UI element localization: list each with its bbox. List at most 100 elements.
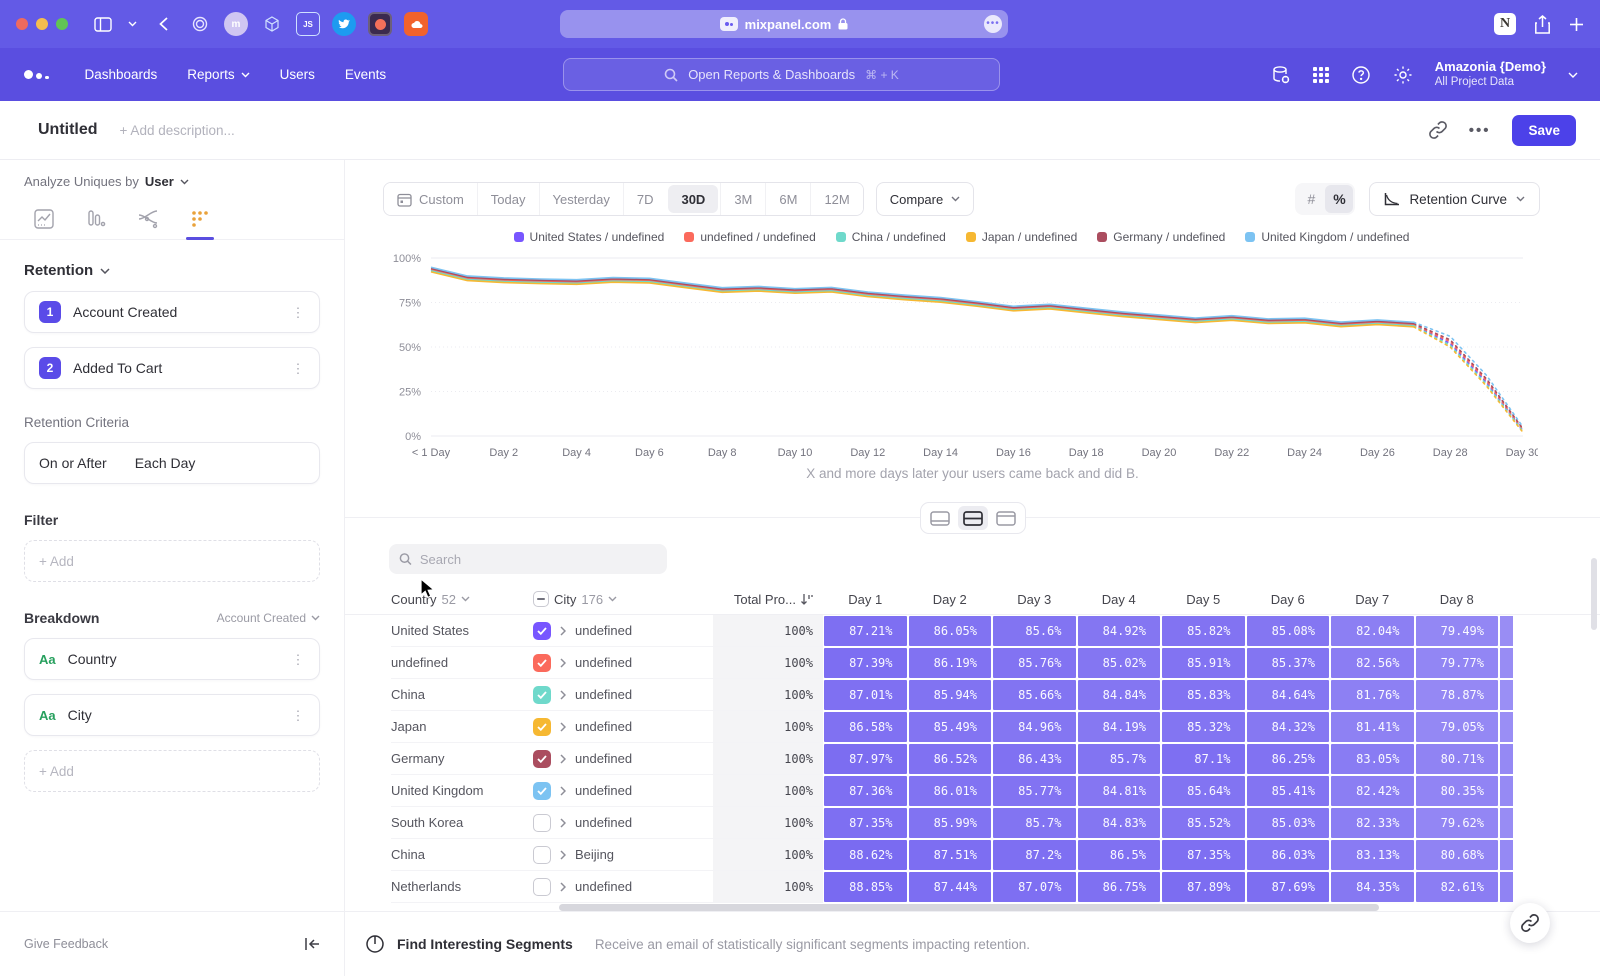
- legend-item[interactable]: United States / undefined: [514, 230, 665, 244]
- close-window-button[interactable]: [16, 18, 28, 30]
- retention-day-cell[interactable]: 87.36%: [824, 776, 907, 806]
- chevron-down-icon[interactable]: [128, 21, 137, 27]
- expand-row-icon[interactable]: [560, 722, 566, 732]
- retention-day-cell[interactable]: 87.44%: [909, 872, 992, 902]
- legend-item[interactable]: undefined / undefined: [684, 230, 815, 244]
- retention-day-cell[interactable]: 87.35%: [824, 808, 907, 838]
- traffic-lights[interactable]: [16, 18, 68, 30]
- row-checkbox[interactable]: [533, 846, 551, 864]
- retention-day-cell[interactable]: 85.7%: [1078, 744, 1161, 774]
- retention-day-cell[interactable]: 85.83%: [1162, 680, 1245, 710]
- day-column-header[interactable]: Day 4: [1077, 592, 1162, 607]
- expand-row-icon[interactable]: [560, 850, 566, 860]
- retention-day-cell[interactable]: 86.03%: [1247, 840, 1330, 870]
- analyze-value[interactable]: User: [145, 174, 174, 189]
- breakdown-city[interactable]: Aa City ⋮: [24, 694, 320, 736]
- retention-day-cell[interactable]: 84.19%: [1078, 712, 1161, 742]
- retention-day-cell[interactable]: 84.35%: [1331, 872, 1414, 902]
- legend-item[interactable]: Japan / undefined: [966, 230, 1077, 244]
- step-2-menu-icon[interactable]: ⋮: [291, 366, 305, 371]
- retention-day-cell[interactable]: 80.68%: [1416, 840, 1499, 870]
- tab-flows[interactable]: [134, 209, 162, 239]
- mixpanel-extension-icon[interactable]: [368, 12, 392, 36]
- nav-item-reports[interactable]: Reports: [187, 67, 249, 82]
- retention-day-cell[interactable]: 83.13%: [1331, 840, 1414, 870]
- new-tab-icon[interactable]: [1569, 17, 1584, 32]
- range-6m[interactable]: 6M: [765, 183, 810, 215]
- retention-day-cell[interactable]: 82.61%: [1416, 872, 1499, 902]
- retention-day-cell[interactable]: 82.04%: [1331, 616, 1414, 646]
- data-management-icon[interactable]: [1271, 65, 1291, 85]
- row-checkbox[interactable]: [533, 718, 551, 736]
- apps-grid-icon[interactable]: [1313, 67, 1329, 83]
- zoom-window-button[interactable]: [56, 18, 68, 30]
- segments-title[interactable]: Find Interesting Segments: [397, 936, 573, 952]
- select-all-checkbox[interactable]: [533, 591, 549, 607]
- step-1-menu-icon[interactable]: ⋮: [291, 310, 305, 315]
- retention-day-cell[interactable]: 86.25%: [1247, 744, 1330, 774]
- retention-day-cell[interactable]: 85.52%: [1162, 808, 1245, 838]
- retention-day-cell[interactable]: 84.96%: [993, 712, 1076, 742]
- retention-step-2[interactable]: 2 Added To Cart ⋮: [24, 347, 320, 389]
- global-search[interactable]: Open Reports & Dashboards ⌘ + K: [563, 58, 1000, 91]
- range-12m[interactable]: 12M: [810, 183, 862, 215]
- vertical-scrollbar[interactable]: [1591, 558, 1597, 630]
- retention-day-cell[interactable]: 80.71%: [1416, 744, 1499, 774]
- legend-item[interactable]: United Kingdom / undefined: [1245, 230, 1409, 244]
- chart-type-button[interactable]: Retention Curve: [1369, 182, 1540, 216]
- settings-gear-icon[interactable]: [1393, 65, 1413, 85]
- save-button[interactable]: Save: [1512, 115, 1576, 146]
- retention-day-cell[interactable]: 84.32%: [1247, 712, 1330, 742]
- retention-day-cell[interactable]: 78.87%: [1416, 680, 1499, 710]
- retention-day-cell[interactable]: 85.32%: [1162, 712, 1245, 742]
- retention-day-cell[interactable]: 85.03%: [1247, 808, 1330, 838]
- retention-day-cell[interactable]: 79.77%: [1416, 648, 1499, 678]
- retention-day-cell[interactable]: 87.51%: [909, 840, 992, 870]
- layout-table-only-button[interactable]: [991, 506, 1021, 530]
- sidebar-toggle-icon[interactable]: [94, 17, 112, 32]
- day-column-header[interactable]: Day 8: [1415, 592, 1500, 607]
- cloud-extension-icon[interactable]: [404, 12, 428, 36]
- tab-funnels[interactable]: [82, 209, 110, 239]
- table-search-input[interactable]: [420, 552, 657, 567]
- retention-day-cell[interactable]: 86.58%: [824, 712, 907, 742]
- retention-day-cell[interactable]: 87.21%: [824, 616, 907, 646]
- breakdown-country-menu-icon[interactable]: ⋮: [291, 657, 305, 662]
- legend-item[interactable]: Germany / undefined: [1097, 230, 1225, 244]
- row-checkbox[interactable]: [533, 622, 551, 640]
- retention-day-cell[interactable]: 86.19%: [909, 648, 992, 678]
- range-3m[interactable]: 3M: [720, 183, 765, 215]
- row-checkbox[interactable]: [533, 782, 551, 800]
- day-column-header[interactable]: Day 6: [1246, 592, 1331, 607]
- row-checkbox[interactable]: [533, 814, 551, 832]
- row-checkbox[interactable]: [533, 750, 551, 768]
- add-description[interactable]: + Add description...: [120, 123, 235, 138]
- retention-day-cell[interactable]: 79.62%: [1416, 808, 1499, 838]
- project-switcher[interactable]: Amazonia {Demo} All Project Data: [1435, 59, 1546, 90]
- analyze-uniques-row[interactable]: Analyze Uniques by User: [0, 160, 344, 199]
- nav-item-dashboards[interactable]: Dashboards: [85, 67, 158, 82]
- mixpanel-logo[interactable]: [24, 70, 49, 79]
- breakdown-country[interactable]: Aa Country ⋮: [24, 638, 320, 680]
- bird-extension-icon[interactable]: [332, 12, 356, 36]
- criteria-on-or-after[interactable]: On or After: [39, 455, 107, 471]
- retention-day-cell[interactable]: 85.64%: [1162, 776, 1245, 806]
- retention-day-cell[interactable]: 85.02%: [1078, 648, 1161, 678]
- retention-day-cell[interactable]: 87.1%: [1162, 744, 1245, 774]
- tab-insights[interactable]: [30, 209, 58, 239]
- retention-day-cell[interactable]: 79.49%: [1416, 616, 1499, 646]
- range-custom[interactable]: Custom: [384, 183, 477, 215]
- retention-day-cell[interactable]: 80.35%: [1416, 776, 1499, 806]
- legend-item[interactable]: China / undefined: [836, 230, 946, 244]
- retention-day-cell[interactable]: 86.01%: [909, 776, 992, 806]
- country-column-header[interactable]: Country 52: [391, 592, 533, 607]
- row-checkbox[interactable]: [533, 654, 551, 672]
- breakdown-scope-dropdown[interactable]: Account Created: [217, 611, 320, 625]
- expand-row-icon[interactable]: [560, 690, 566, 700]
- retention-day-cell[interactable]: 82.56%: [1331, 648, 1414, 678]
- retention-day-cell[interactable]: 85.66%: [993, 680, 1076, 710]
- minimize-window-button[interactable]: [36, 18, 48, 30]
- retention-day-cell[interactable]: 86.5%: [1078, 840, 1161, 870]
- retention-day-cell[interactable]: 82.42%: [1331, 776, 1414, 806]
- unit-number-button[interactable]: #: [1297, 185, 1325, 213]
